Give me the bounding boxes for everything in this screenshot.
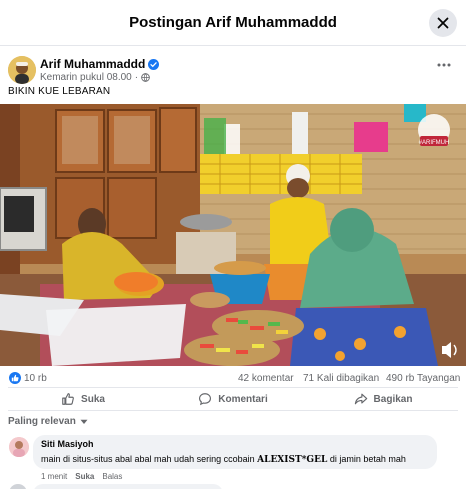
dialog-header: Postingan Arif Muhammaddd [0,0,466,46]
comment-brand-text: ALEXIST*GEL [257,455,328,465]
post-time[interactable]: Kemarin pukul 08.00 [40,72,132,83]
post-video[interactable]: #ARIFMUH [0,104,466,366]
post-caption: BIKIN KUE LEBARAN [8,86,111,97]
comment-button[interactable]: Komentari [158,388,308,410]
video-watermark: #ARIFMUH [419,140,450,146]
comment-icon [199,393,212,406]
verified-badge-icon [148,58,160,70]
share-count[interactable]: 71 Kali dibagikan [303,373,379,384]
public-globe-icon [141,73,150,82]
post-stats: 10 rb 42 komentar 71 Kali dibagikan 490 … [0,372,466,386]
post-meta: Kemarin pukul 08.00 · [40,72,150,83]
close-icon [437,17,449,29]
comment-time[interactable]: 1 menit [41,472,67,481]
author-name[interactable]: Arif Muhammaddd [40,57,145,71]
comment-text: main di situs-situs abal abal mah udah s… [41,454,429,465]
caret-down-icon [80,419,88,424]
more-options-button[interactable] [434,58,454,72]
comment-label: Komentari [218,393,268,405]
thumbs-up-icon [62,393,74,405]
comment-bubble: Siti Masiyoh main di situs-situs abal ab… [33,435,437,469]
view-count: 490 rb Tayangan [386,373,461,384]
close-button[interactable] [429,9,457,37]
author-name-row: Arif Muhammaddd [40,57,160,71]
reaction-count[interactable]: 10 rb [24,373,47,384]
comment-text-start: main di situs-situs abal abal mah udah s… [41,454,255,464]
like-label: Suka [81,393,105,405]
comment-author[interactable]: Siti Masiyoh [41,439,429,449]
comment-sort-dropdown[interactable]: Paling relevan [8,416,88,427]
kitchen-scene-image: #ARIFMUH [0,104,466,366]
more-dots-icon [437,63,451,67]
comment-meta: 1 menit Suka Balas [41,472,122,481]
comment-count[interactable]: 42 komentar [238,373,294,384]
comment-text-end: di jamin betah mah [329,454,406,464]
share-button[interactable]: Bagikan [308,388,458,410]
commenter-avatar[interactable] [9,437,29,457]
share-arrow-icon [354,393,367,405]
author-avatar[interactable] [8,56,36,84]
comment-like-link[interactable]: Suka [75,472,94,481]
next-comment-bubble [33,484,223,489]
dialog-title: Postingan Arif Muhammaddd [129,14,337,31]
like-button[interactable]: Suka [8,388,158,410]
like-reaction-icon[interactable] [9,372,21,384]
post-action-bar: Suka Komentari Bagikan [8,387,458,411]
sort-label: Paling relevan [8,416,76,427]
comment-reply-link[interactable]: Balas [102,472,122,481]
next-commenter-avatar[interactable] [9,484,27,489]
share-label: Bagikan [373,393,413,405]
